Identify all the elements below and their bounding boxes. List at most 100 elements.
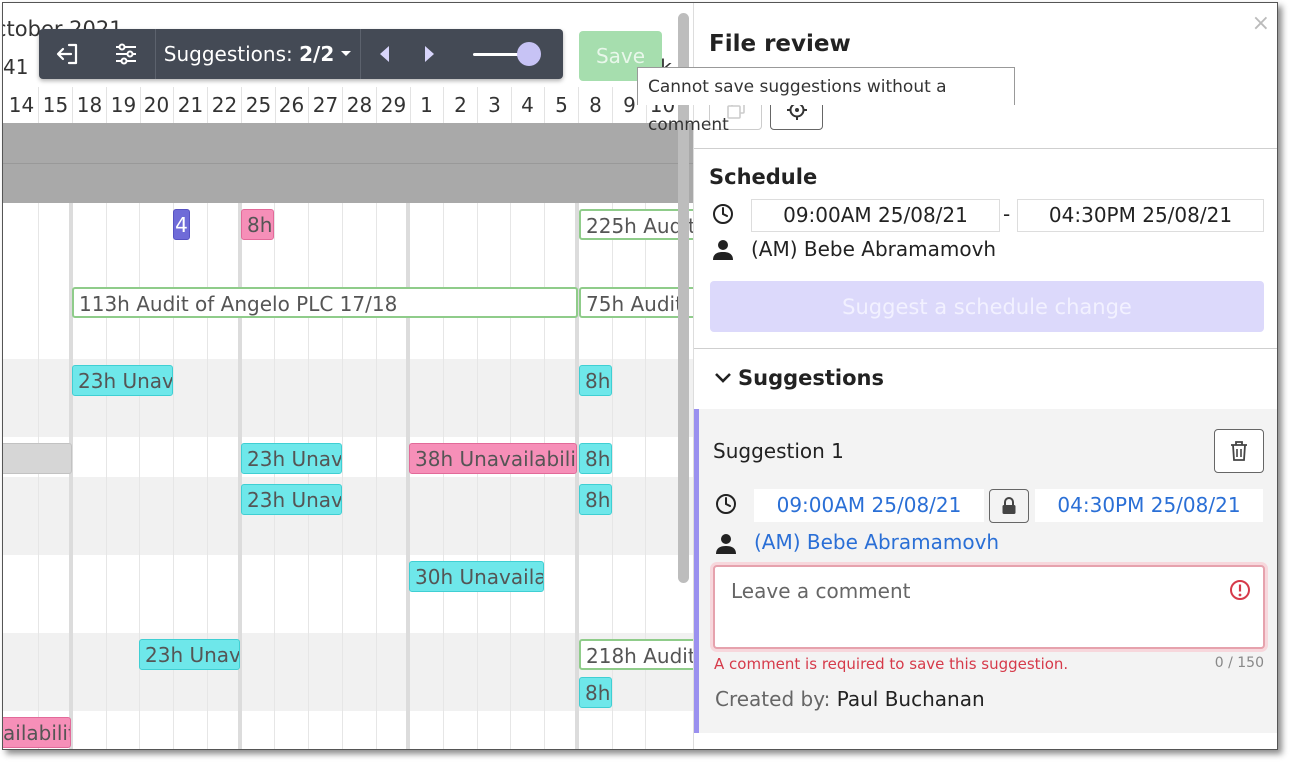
day-cell: 18	[73, 87, 107, 123]
exit-button[interactable]	[39, 29, 97, 79]
suggestion-title: Suggestion 1	[713, 439, 844, 463]
app-window: ctober 2021 41 Week 14 15 18 19 20 21 22…	[2, 2, 1278, 750]
schedule-start[interactable]: 09:00AM 25/08/21	[751, 199, 1000, 232]
day-cell: 5	[545, 87, 579, 123]
suggestions-label: Suggestions:	[163, 42, 293, 66]
day-cell: 22	[208, 87, 242, 123]
booking-bar[interactable]: 8h	[241, 209, 274, 240]
booking-bar[interactable]: ailability	[3, 717, 71, 748]
chevron-down-icon	[715, 373, 731, 383]
suggestion-assignee-link[interactable]: (AM) Bebe Abramamovh	[754, 530, 999, 554]
day-cell: 20	[140, 87, 174, 123]
day-cell: 4	[511, 87, 545, 123]
day-header-row: 14 15 18 19 20 21 22 25 26 27 28 29 1 2 …	[3, 87, 693, 123]
summary-band	[3, 123, 693, 203]
comment-field-wrapper	[713, 565, 1265, 649]
exit-icon	[56, 43, 78, 65]
day-cell: 29	[377, 87, 411, 123]
range-dash: -	[1003, 202, 1011, 226]
caret-down-icon	[341, 51, 352, 56]
suggestions-dropdown[interactable]: Suggestions: 2/2	[156, 29, 360, 79]
zoom-slider-track[interactable]	[473, 53, 523, 56]
trash-icon	[1231, 441, 1247, 461]
schedule-title: Schedule	[709, 165, 818, 189]
caret-right-icon	[425, 46, 434, 62]
clock-icon	[713, 204, 733, 224]
booking-bar[interactable]: 225h Audit	[579, 209, 693, 240]
grid-line	[342, 203, 343, 749]
day-cell: 2	[444, 87, 478, 123]
next-suggestion-button[interactable]	[407, 29, 453, 79]
day-cell: 21	[174, 87, 208, 123]
user-icon	[713, 240, 733, 260]
day-cell: 28	[343, 87, 377, 123]
suggest-schedule-change-button[interactable]: Suggest a schedule change	[710, 281, 1264, 332]
day-cell: 19	[107, 87, 141, 123]
week-divider	[406, 203, 410, 749]
suggestions-toggle[interactable]: Suggestions	[714, 366, 884, 390]
divider	[694, 148, 1277, 149]
caret-left-icon	[380, 46, 389, 62]
week-number: 41	[3, 55, 29, 79]
grid-line	[308, 203, 309, 749]
character-counter: 0 / 150	[1214, 655, 1264, 671]
booking-bar[interactable]: 23h Unavailability	[72, 365, 173, 396]
created-by-name: Paul Buchanan	[836, 687, 985, 711]
grid-line	[477, 203, 478, 749]
booking-bar[interactable]: 8h	[579, 677, 612, 708]
booking-bar[interactable]: 23h Unavailability	[241, 484, 342, 515]
booking-bar[interactable]: 30h Unavailability	[409, 561, 544, 592]
day-cell: 27	[309, 87, 343, 123]
booking-bar[interactable]: 75h Audit	[579, 287, 693, 318]
booking-bar[interactable]: 8h	[579, 443, 612, 474]
booking-bar[interactable]: 113h Audit of Angelo PLC 17/18	[72, 287, 578, 318]
user-icon	[716, 534, 736, 554]
day-cell: 26	[275, 87, 309, 123]
sliders-icon	[116, 43, 136, 65]
day-cell: 1	[410, 87, 444, 123]
grid-line	[376, 203, 377, 749]
delete-suggestion-button[interactable]	[1214, 429, 1264, 473]
day-cell: 25	[242, 87, 276, 123]
panel-title: File review	[709, 31, 851, 57]
suggestions-count: 2/2	[299, 42, 335, 66]
booking-bar[interactable]: 23h Unavailability	[241, 443, 342, 474]
suggestion-start[interactable]: 09:00AM 25/08/21	[754, 489, 984, 522]
grid-line	[38, 203, 39, 749]
schedule-end[interactable]: 04:30PM 25/08/21	[1017, 199, 1264, 232]
calendar-timeline: ctober 2021 41 Week 14 15 18 19 20 21 22…	[3, 3, 693, 749]
booking-bar[interactable]: 38h Unavailability	[409, 443, 577, 474]
booking-bar[interactable]: 218h Audit	[579, 639, 693, 670]
created-by-label: Created by:	[715, 687, 831, 711]
save-tooltip: Cannot save suggestions without a commen…	[637, 67, 1015, 135]
week-divider	[69, 203, 73, 749]
lock-icon	[1002, 497, 1016, 514]
lock-duration-button[interactable]	[989, 489, 1029, 523]
comment-input[interactable]	[715, 567, 1263, 647]
booking-bar[interactable]: 8h	[579, 365, 612, 396]
booking-bar[interactable]: 4	[173, 209, 190, 240]
grid-line	[443, 203, 444, 749]
zoom-slider-handle[interactable]	[517, 42, 541, 66]
suggestion-card: Suggestion 1 09:00AM 25/08/21 04:30PM 25…	[694, 409, 1277, 733]
schedule-assignee: (AM) Bebe Abramamovh	[751, 237, 997, 261]
day-cell: 8	[579, 87, 613, 123]
day-cell: 15	[39, 87, 73, 123]
booking-bar[interactable]: 8h	[579, 484, 612, 515]
booking-bar[interactable]: 23h Unavailability	[139, 639, 240, 670]
suggestions-title: Suggestions	[738, 366, 884, 390]
filter-button[interactable]	[97, 29, 155, 79]
suggestions-toolbar: Suggestions: 2/2	[39, 29, 563, 79]
clock-icon	[716, 494, 736, 514]
previous-suggestion-button[interactable]	[361, 29, 407, 79]
suggestions-dropdown-label: Suggestions: 2/2	[164, 42, 334, 66]
created-by: Created by: Paul Buchanan	[715, 687, 985, 711]
file-review-panel: × File review Schedule 09:00AM 25/08/21 …	[693, 3, 1277, 749]
close-icon[interactable]: ×	[1252, 11, 1270, 36]
day-cell: 3	[478, 87, 512, 123]
error-icon	[1230, 580, 1250, 600]
comment-error-message: A comment is required to save this sugge…	[714, 655, 1069, 673]
day-cell: 14	[5, 87, 39, 123]
suggestion-end[interactable]: 04:30PM 25/08/21	[1035, 489, 1263, 522]
booking-bar[interactable]	[3, 443, 72, 474]
